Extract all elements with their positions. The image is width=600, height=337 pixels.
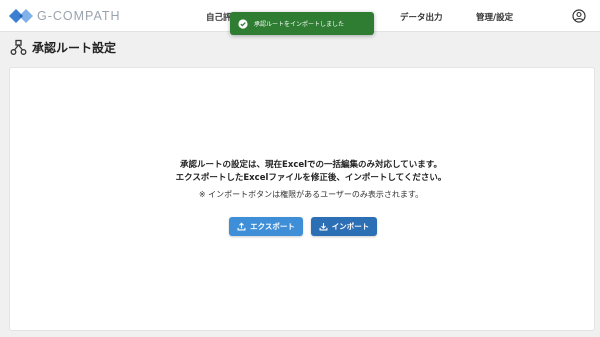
account-circle-icon[interactable] (572, 9, 586, 23)
diamond-logo-icon (9, 9, 33, 23)
info-line-1: 承認ルートの設定は、現在Excelでの一括編集のみ対応しています。 (180, 160, 442, 170)
nav-admin-settings[interactable]: 管理/設定 (476, 11, 513, 23)
export-button-label: エクスポート (250, 222, 295, 231)
nav-self-evaluation[interactable]: 自己評 (206, 11, 232, 23)
share-flow-icon (10, 39, 27, 55)
download-icon (319, 223, 328, 231)
content-card: 承認ルートの設定は、現在Excelでの一括編集のみ対応しています。 エクスポート… (9, 67, 595, 331)
page-title: 承認ルート設定 (32, 41, 117, 55)
success-toast: 承認ルートをインポートしました (230, 12, 374, 35)
brand-name: G-COMPATH (37, 9, 121, 23)
import-button[interactable]: インポート (311, 217, 377, 236)
export-button[interactable]: エクスポート (229, 217, 303, 236)
permission-note: ※ インポートボタンは権限があるユーザーのみ表示されます。 (198, 190, 424, 199)
brand-logo[interactable]: G-COMPATH (9, 8, 121, 24)
page-header: 承認ルート設定 (10, 39, 116, 56)
import-button-label: インポート (331, 222, 370, 231)
upload-icon (237, 222, 246, 231)
check-circle-icon (238, 18, 248, 29)
toast-message: 承認ルートをインポートしました (254, 21, 345, 28)
info-line-2: エクスポートしたExcelファイルを修正後、インポートしてください。 (175, 173, 447, 183)
nav-data-output[interactable]: データ出力 (400, 11, 443, 23)
